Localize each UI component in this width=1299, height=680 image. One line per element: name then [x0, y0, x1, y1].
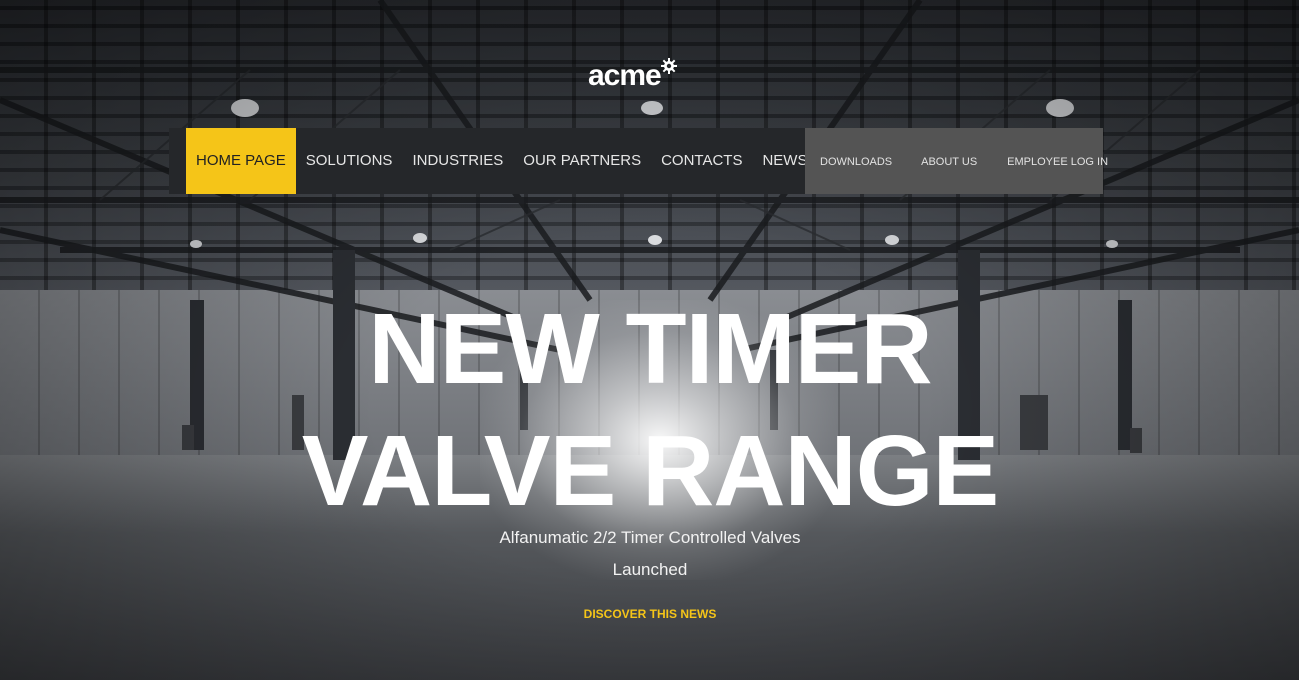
- main-navigation: HOME PAGE SOLUTIONS INDUSTRIES OUR PARTN…: [169, 128, 1120, 194]
- secondary-nav: DOWNLOADS ABOUT US EMPLOYEE LOG IN: [805, 128, 1108, 194]
- nav-item-contacts[interactable]: CONTACTS: [651, 128, 752, 194]
- nav-item-employee-log-in[interactable]: EMPLOYEE LOG IN: [1007, 128, 1108, 194]
- acme-logo[interactable]: acme: [588, 56, 677, 96]
- nav-item-downloads[interactable]: DOWNLOADS: [820, 128, 892, 194]
- gear-icon: [660, 58, 677, 74]
- logo-wordmark: acme: [588, 59, 662, 92]
- nav-item-solutions[interactable]: SOLUTIONS: [296, 128, 403, 194]
- hero-title: NEW TIMER VALVE RANGE: [150, 288, 1150, 532]
- primary-nav: HOME PAGE SOLUTIONS INDUSTRIES OUR PARTN…: [169, 128, 839, 194]
- hero-title-line-1: NEW TIMER: [368, 293, 932, 405]
- nav-item-about-us[interactable]: ABOUT US: [921, 128, 977, 194]
- hero-title-line-2: VALVE RANGE: [301, 415, 999, 527]
- hero-subtitle: Alfanumatic 2/2 Timer Controlled Valves …: [470, 522, 830, 586]
- nav-item-home-page[interactable]: HOME PAGE: [186, 128, 296, 194]
- discover-news-link[interactable]: DISCOVER THIS NEWS: [500, 607, 800, 621]
- hero-subtitle-line-1: Alfanumatic 2/2 Timer Controlled Valves: [499, 528, 801, 547]
- nav-item-our-partners[interactable]: OUR PARTNERS: [513, 128, 651, 194]
- hero-subtitle-line-2: Launched: [612, 560, 688, 579]
- nav-item-industries[interactable]: INDUSTRIES: [402, 128, 513, 194]
